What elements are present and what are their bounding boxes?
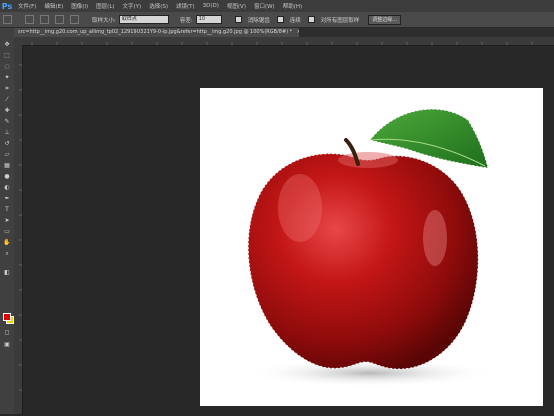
sample-size-select[interactable]: 取样点 [118, 15, 169, 24]
new-selection-icon[interactable] [25, 15, 34, 24]
ruler-corner [14, 37, 22, 45]
menu-bar: Ps 文件(F) 编辑(E) 图像(I) 图层(L) 文字(Y) 选择(S) 滤… [0, 0, 554, 12]
menu-edit[interactable]: 编辑(E) [40, 2, 67, 10]
app-logo: Ps [1, 1, 13, 11]
eraser-icon[interactable]: ▱ [2, 150, 12, 159]
healing-brush-icon[interactable]: ✚ [2, 106, 12, 115]
document-tab-title: src=http__img.g20.com_up_allimg_tp02_129… [18, 29, 293, 35]
dodge-icon[interactable]: ◐ [2, 183, 12, 192]
close-icon[interactable]: × [297, 29, 299, 35]
contiguous-label: 连续 [289, 17, 301, 24]
screen-mode-icon[interactable]: ▣ [2, 340, 12, 349]
antialias-checkbox[interactable] [234, 16, 242, 23]
menu-view[interactable]: 视图(V) [223, 2, 250, 10]
magic-wand-icon[interactable]: ✦ [2, 73, 12, 82]
sample-all-checkbox[interactable] [307, 16, 315, 23]
add-selection-icon[interactable] [40, 15, 49, 24]
type-icon[interactable]: T [2, 205, 12, 214]
menu-3d[interactable]: 3D(D) [199, 3, 223, 9]
hand-icon[interactable]: ✋ [2, 238, 12, 247]
intersect-selection-icon[interactable] [70, 15, 79, 24]
antialias-label: 消除锯齿 [247, 17, 270, 24]
blur-icon[interactable]: ● [2, 172, 12, 181]
vertical-ruler[interactable] [14, 45, 23, 414]
brush-icon[interactable]: ✎ [2, 117, 12, 126]
subtract-selection-icon[interactable] [55, 15, 64, 24]
gradient-icon[interactable]: ▦ [2, 161, 12, 170]
menu-image[interactable]: 图像(I) [67, 2, 92, 10]
sample-size-label: 取样大小: [92, 17, 116, 24]
options-bar: 取样大小: 取样点 容差: 10 消除锯齿 连续 对所有图层取样 调整边缘... [0, 12, 554, 28]
history-brush-icon[interactable]: ↺ [2, 139, 12, 148]
tool-preset-icon[interactable] [3, 15, 12, 24]
horizontal-ruler[interactable] [22, 37, 554, 46]
quick-mask-icon[interactable]: ◻ [2, 328, 12, 337]
marquee-icon[interactable]: ⬚ [2, 51, 12, 60]
zoom-icon[interactable]: ⌕ [2, 249, 12, 258]
menu-layer[interactable]: 图层(L) [92, 2, 118, 10]
menu-file[interactable]: 文件(F) [14, 2, 40, 10]
path-selection-icon[interactable]: ➤ [2, 216, 12, 225]
pen-icon[interactable]: ✒ [2, 194, 12, 203]
foreground-color-swatch[interactable] [3, 313, 11, 321]
document-tab-bar: src=http__img.g20.com_up_allimg_tp02_129… [14, 28, 554, 37]
clone-stamp-icon[interactable]: ⊥ [2, 128, 12, 137]
menu-filter[interactable]: 滤镜(T) [172, 2, 199, 10]
contiguous-checkbox[interactable] [276, 16, 284, 23]
menu-select[interactable]: 选择(S) [145, 2, 172, 10]
document-tab[interactable]: src=http__img.g20.com_up_allimg_tp02_129… [14, 28, 299, 37]
crop-icon[interactable]: ⌗ [2, 84, 12, 93]
default-colors-icon[interactable]: ◧ [2, 268, 12, 277]
sample-all-label: 对所有图层取样 [320, 17, 360, 24]
vertical-ruler-ticks [19, 64, 22, 391]
tolerance-label: 容差: [179, 17, 193, 24]
document-canvas[interactable] [200, 88, 543, 406]
horizontal-ruler-ticks [31, 42, 533, 45]
tools-panel: ✥ ⬚ ◌ ✦ ⌗ ⁄ ✚ ✎ ⊥ ↺ ▱ ▦ ● ◐ ✒ T ➤ ▭ ✋ ⌕ … [0, 28, 15, 414]
apple-image [245, 108, 495, 387]
shape-icon[interactable]: ▭ [2, 227, 12, 236]
refine-edge-button[interactable]: 调整边缘... [368, 14, 402, 25]
menu-window[interactable]: 窗口(W) [250, 2, 279, 10]
tolerance-input[interactable]: 10 [195, 15, 222, 24]
lasso-icon[interactable]: ◌ [2, 62, 12, 71]
menu-type[interactable]: 文字(Y) [119, 2, 146, 10]
menu-help[interactable]: 帮助(H) [279, 2, 306, 10]
eyedropper-icon[interactable]: ⁄ [2, 95, 12, 104]
move-icon[interactable]: ✥ [2, 40, 12, 49]
